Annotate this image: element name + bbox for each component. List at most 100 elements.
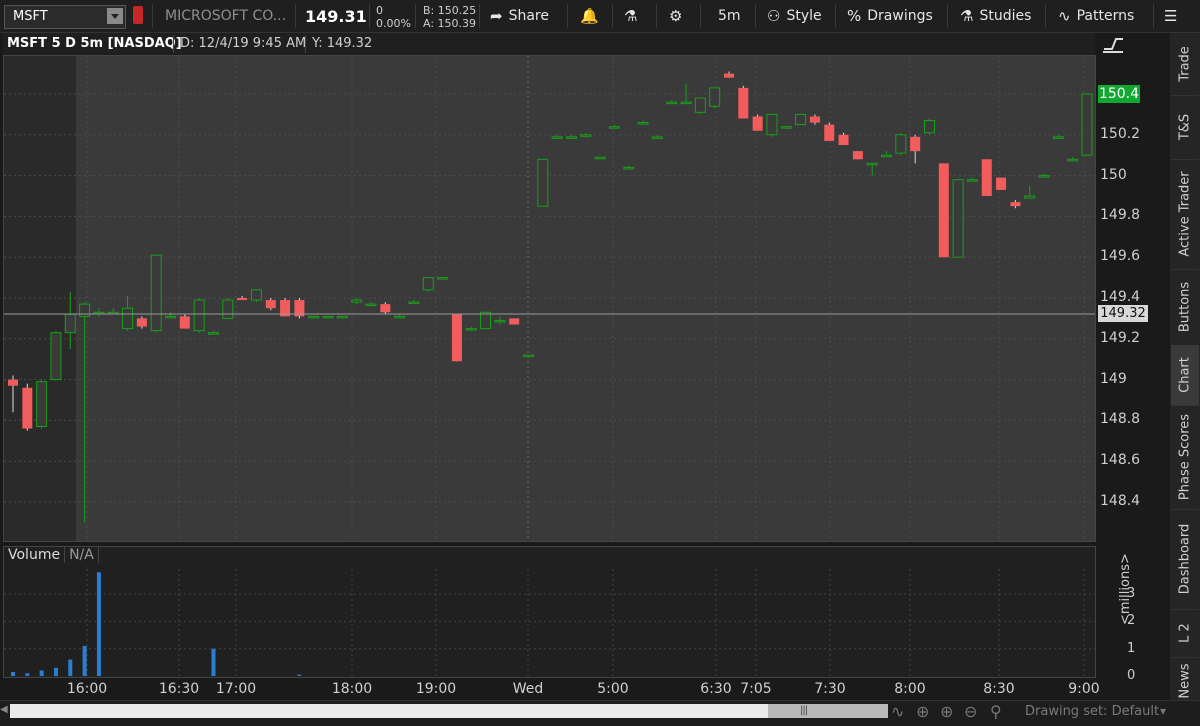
candle-body (565, 136, 577, 139)
symbol-dropdown-icon[interactable] (107, 8, 123, 24)
time-axis-label: 18:00 (331, 681, 373, 697)
time-axis-label: 17:00 (215, 681, 257, 697)
price-axis-label: 148.8 (1100, 411, 1141, 428)
sidebar-tab-label: Chart (1177, 357, 1193, 393)
candle-body (724, 73, 734, 78)
candle-body (351, 299, 363, 303)
volume-bar (297, 674, 302, 676)
candle-body (322, 315, 334, 319)
sidebar-tab-news[interactable]: News (1171, 657, 1199, 706)
candle-body (207, 332, 219, 335)
flask-button[interactable]: ⚗ (624, 0, 637, 32)
volume-bar (53, 667, 58, 676)
time-axis-label: 7:05 (740, 681, 772, 697)
symbol-text: MSFT (13, 9, 48, 24)
gear-icon: ⚙ (669, 7, 683, 25)
patterns-icon: ∿ (1058, 7, 1071, 25)
timeframe-button[interactable]: 5m (718, 0, 741, 32)
candle-body (308, 315, 320, 319)
volume-bar (96, 572, 101, 676)
price-axis-label: 149 (1100, 370, 1127, 387)
candle-body (651, 136, 663, 139)
candles-icon: ⚇ (767, 7, 781, 25)
hamburger-icon: ☰ (1164, 7, 1178, 25)
price-axis-label: 149.2 (1100, 329, 1141, 346)
divider (656, 4, 657, 28)
drawing-set-label[interactable]: Drawing set: Default (1025, 704, 1159, 719)
candle-body (752, 116, 763, 131)
chart-header: MSFT 5 D 5m [NASDAQ] D: 12/4/19 9:45 AM … (3, 33, 1095, 55)
price-chart[interactable] (4, 56, 1095, 541)
candle-body (8, 379, 18, 386)
zoom-out-icon[interactable]: ⊖ (964, 702, 977, 721)
symbol-input[interactable]: MSFT (4, 5, 126, 29)
alert-icon[interactable] (133, 6, 143, 24)
zoom-in-icon[interactable]: ⊕ (940, 702, 953, 721)
candle-body (537, 158, 549, 207)
scrollbar-thumb[interactable] (768, 704, 888, 718)
candle-body (50, 332, 62, 381)
candle-body (237, 298, 248, 301)
time-axis-label: 8:30 (983, 681, 1015, 697)
volume-bar (68, 659, 73, 676)
candle-body (738, 87, 749, 119)
candle-body (451, 314, 462, 362)
sidebar-tab-t-s[interactable]: T&S (1171, 95, 1199, 160)
sidebar-tab-phase-scores[interactable]: Phase Scores (1171, 405, 1199, 510)
patterns-label: Patterns (1076, 8, 1135, 24)
price-axis-label: 148.4 (1100, 493, 1141, 509)
candle-body (494, 319, 506, 323)
candle-body (509, 318, 520, 325)
volume-axis-label: 1 (1127, 640, 1136, 656)
candle-body (551, 136, 563, 139)
candle-body (910, 136, 921, 152)
zoom-box-icon[interactable]: ⚲ (990, 702, 1002, 721)
crosshair-price-tag: 149.32 (1098, 305, 1148, 322)
change-values: 0 0.00% (376, 4, 411, 30)
divider (755, 4, 756, 28)
pan-icon[interactable]: ∿ (891, 702, 904, 721)
time-axis-label: 8:00 (894, 681, 926, 697)
share-button[interactable]: ➦ Share (490, 0, 549, 32)
candle-body (480, 311, 492, 330)
alert-button[interactable]: 🔔 (580, 0, 599, 32)
candle-body (580, 134, 592, 137)
horizontal-scrollbar[interactable] (10, 704, 888, 718)
candle-body (336, 315, 348, 319)
expand-chart-icon[interactable] (1102, 35, 1124, 53)
time-axis-label: 6:30 (700, 681, 732, 697)
studies-button[interactable]: ⚗ Studies (960, 0, 1031, 32)
patterns-button[interactable]: ∿ Patterns (1058, 0, 1134, 32)
volume-chart[interactable] (4, 569, 1095, 677)
candle-body (709, 87, 721, 107)
candle-body (1052, 136, 1064, 139)
studies-label: Studies (979, 8, 1032, 24)
drawing-set-dropdown-icon[interactable]: ▾ (1160, 704, 1166, 718)
style-button[interactable]: ⚇ Style (767, 0, 822, 32)
candle-body (623, 166, 635, 170)
divider (152, 4, 153, 28)
divider (479, 4, 480, 28)
sidebar-tab-chart[interactable]: Chart (1171, 345, 1199, 406)
divider (567, 4, 568, 28)
sidebar-tab-l-2[interactable]: L 2 (1171, 609, 1199, 658)
studies-flask-icon: ⚗ (960, 7, 974, 25)
drawings-button[interactable]: % Drawings (847, 0, 933, 32)
scroll-left-icon[interactable]: ◀ (0, 704, 8, 715)
sidebar-tab-trade[interactable]: Trade (1171, 33, 1199, 96)
crosshair-icon[interactable]: ⊕ (916, 702, 929, 721)
sidebar-tab-active-trader[interactable]: Active Trader (1171, 159, 1199, 270)
candle-body (1010, 202, 1021, 207)
candle-body (895, 134, 907, 154)
candle-body (608, 126, 620, 129)
candle-body (1067, 158, 1079, 162)
candle-body (866, 162, 878, 166)
menu-button[interactable]: ☰ (1164, 0, 1177, 32)
sidebar-tab-dashboard[interactable]: Dashboard (1171, 509, 1199, 610)
settings-button[interactable]: ⚙ (669, 0, 682, 32)
sidebar-tab-buttons[interactable]: Buttons (1171, 269, 1199, 346)
price-axis-label: 150 (1100, 166, 1127, 183)
candle-body (694, 97, 706, 113)
chart-symbol-description[interactable]: MSFT 5 D 5m [NASDAQ] (7, 35, 182, 53)
ask-price: A: 150.39 (423, 17, 477, 30)
